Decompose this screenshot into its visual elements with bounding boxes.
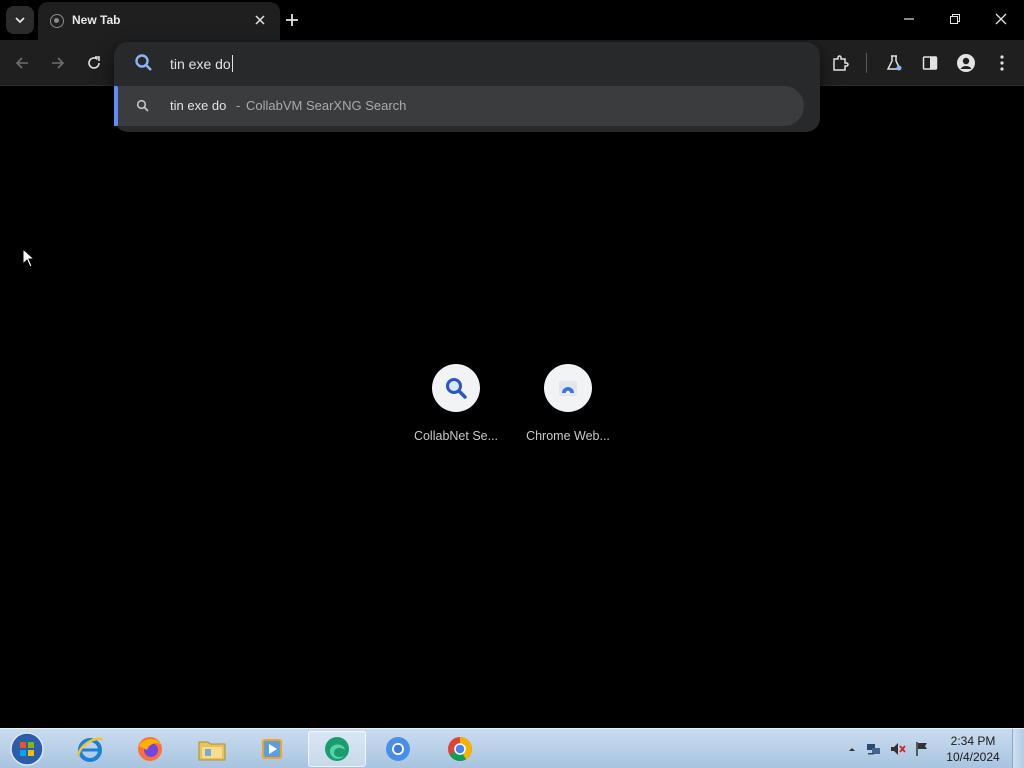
taskbar-app-firefox[interactable] (122, 731, 178, 767)
globe-icon (50, 14, 64, 28)
profile-button[interactable] (954, 51, 978, 75)
windows-start-icon (10, 732, 44, 766)
shortcut-icon-circle (544, 364, 592, 412)
forward-button[interactable] (46, 51, 70, 75)
side-panel-button[interactable] (918, 51, 942, 75)
volume-muted-icon (891, 743, 906, 755)
close-icon (995, 13, 1007, 25)
tab-close-button[interactable] (252, 12, 268, 28)
search-icon (136, 99, 149, 112)
taskbar-app-file-explorer[interactable] (184, 731, 240, 767)
toolbar-divider (866, 53, 867, 73)
taskbar: 2:34 PM 10/4/2024 (0, 728, 1024, 768)
reload-icon (88, 56, 100, 69)
shortcut-tile[interactable]: CollabNet Se... (400, 364, 512, 448)
flask-icon (886, 55, 902, 71)
puzzle-icon (833, 55, 849, 71)
flag-icon (916, 742, 927, 756)
chevron-down-icon (15, 17, 25, 24)
menu-button[interactable] (990, 51, 1014, 75)
taskbar-clock[interactable]: 2:34 PM 10/4/2024 (938, 733, 1008, 765)
chevron-up-icon (849, 748, 855, 751)
omnibox-popup: tin exe do tin exe do - CollabVM SearXNG… (114, 42, 820, 132)
tray-volume[interactable] (890, 741, 906, 757)
show-desktop-button[interactable] (1012, 729, 1024, 768)
taskbar-app-chromium[interactable] (370, 731, 426, 767)
search-icon (446, 378, 467, 399)
minimize-button[interactable] (886, 0, 932, 38)
back-button[interactable] (10, 51, 34, 75)
avatar-icon (957, 54, 975, 72)
reload-button[interactable] (82, 51, 106, 75)
suggestion-query: tin exe do (170, 98, 227, 113)
labs-button[interactable] (882, 51, 906, 75)
chromium-icon (386, 737, 410, 761)
shortcut-label: CollabNet Se... (413, 429, 499, 443)
clock-time: 2:34 PM (950, 734, 996, 748)
extensions-button[interactable] (828, 51, 852, 75)
address-input-value: tin exe do (170, 56, 231, 72)
taskbar-app-chrome[interactable] (432, 731, 488, 767)
close-window-button[interactable] (978, 0, 1024, 38)
side-panel-icon (922, 56, 938, 70)
arrow-right-icon (52, 57, 65, 69)
taskbar-app-media-player[interactable] (244, 731, 300, 767)
chrome-web-store-icon (559, 381, 577, 396)
taskbar-app-internet-explorer[interactable] (62, 731, 118, 767)
tab-title: New Tab (72, 13, 121, 27)
tray-action-center[interactable] (914, 741, 930, 757)
suggestion-source: CollabVM SearXNG Search (246, 98, 407, 113)
address-input[interactable]: tin exe do (170, 55, 233, 72)
tab-search-button[interactable] (6, 6, 34, 34)
new-tab-button[interactable] (282, 8, 302, 32)
close-icon (255, 15, 265, 25)
address-bar[interactable]: tin exe do (114, 42, 820, 84)
tray-expand-button[interactable] (844, 741, 860, 757)
suggestion-item[interactable]: tin exe do - CollabVM SearXNG Search (114, 86, 804, 126)
network-icon (867, 744, 880, 755)
shortcut-tile[interactable]: Chrome Web... (512, 364, 624, 448)
clock-date: 10/4/2024 (946, 750, 1000, 764)
shortcut-icon-circle (432, 364, 480, 412)
start-button[interactable] (8, 731, 46, 767)
plus-icon (286, 14, 298, 26)
text-caret (231, 55, 233, 72)
firefox-icon (138, 737, 162, 761)
search-icon (135, 54, 152, 71)
arrow-left-icon (15, 57, 28, 69)
shortcut-label: Chrome Web... (526, 429, 610, 443)
edge-icon (325, 737, 349, 761)
tab-strip: New Tab (0, 0, 1024, 40)
media-player-icon (262, 739, 282, 759)
selection-accent (114, 86, 118, 126)
minimize-icon (904, 18, 914, 20)
tray-network[interactable] (866, 741, 882, 757)
mouse-cursor-icon (22, 248, 36, 268)
internet-explorer-icon (76, 737, 103, 762)
restore-icon (950, 14, 960, 24)
file-explorer-icon (198, 741, 226, 761)
active-tab[interactable]: New Tab (38, 2, 280, 40)
chrome-icon (448, 737, 472, 762)
suggestion-separator: - (236, 98, 241, 113)
restore-button[interactable] (932, 0, 978, 38)
kebab-menu-icon (1000, 55, 1004, 71)
taskbar-app-edge[interactable] (308, 731, 366, 767)
